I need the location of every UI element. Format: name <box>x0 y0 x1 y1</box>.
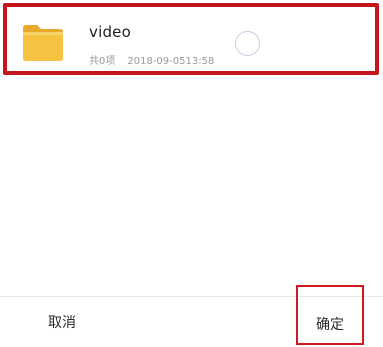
folder-list-item[interactable]: video 共0项 2018-09-0513:58 <box>3 3 380 76</box>
folder-modified-time: 2018-09-0513:58 <box>127 56 215 67</box>
folder-meta: 共0项 2018-09-0513:58 <box>89 52 214 67</box>
confirm-button[interactable]: 确定 <box>296 285 364 345</box>
file-picker-dialog: video 共0项 2018-09-0513:58 取消 确定 <box>0 0 383 347</box>
folder-name: video <box>89 23 131 41</box>
folder-item-count: 共0项 <box>89 56 116 67</box>
cancel-button[interactable]: 取消 <box>30 297 94 347</box>
folder-icon <box>23 25 63 61</box>
folder-select-radio[interactable] <box>235 31 260 56</box>
